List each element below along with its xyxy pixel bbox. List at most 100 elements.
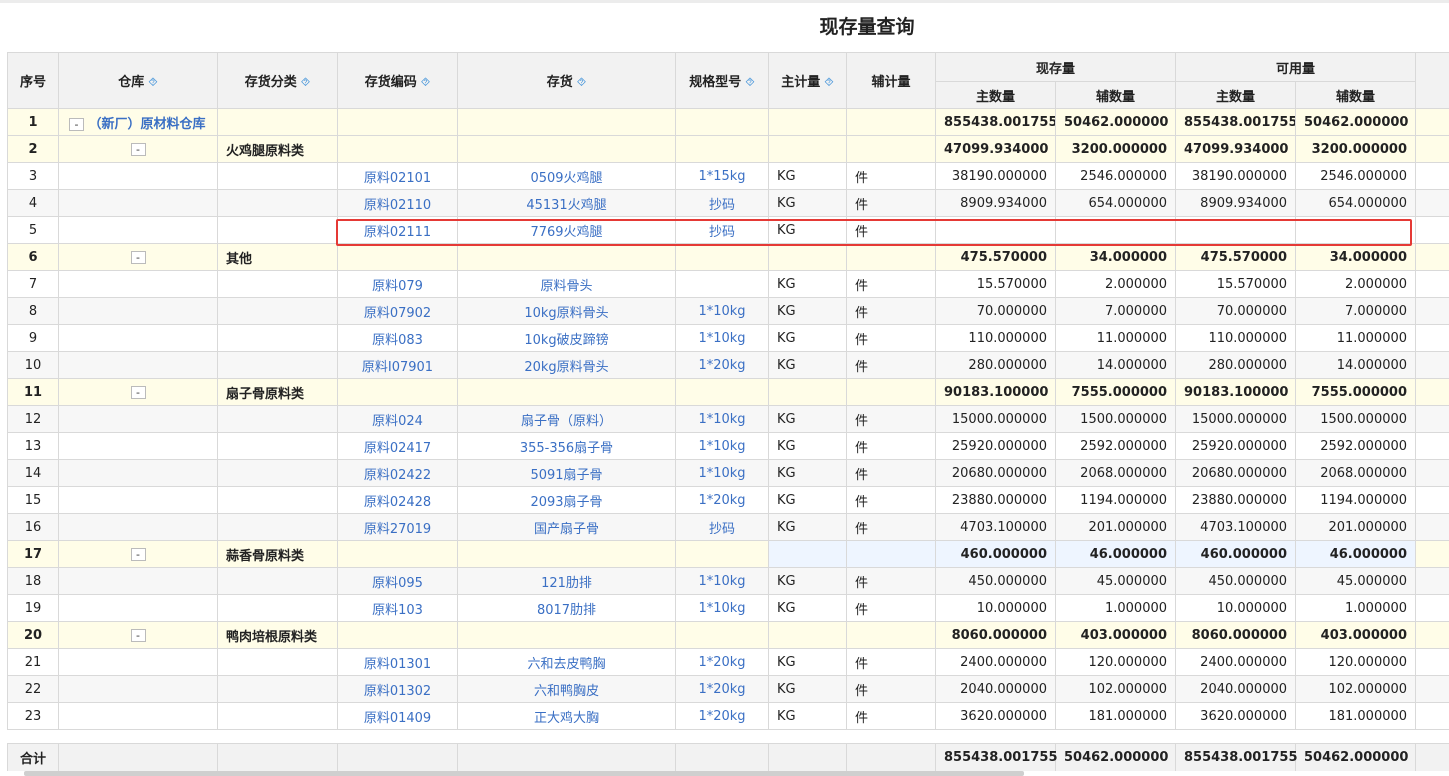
cell-code[interactable] [337, 621, 458, 649]
cell-item[interactable]: 121肋排 [457, 567, 676, 595]
warehouse-name[interactable]: （新厂）原材料仓库 [89, 117, 206, 132]
collapse-toggle[interactable]: - [69, 117, 84, 131]
cell-code[interactable]: 原料02110 [337, 189, 458, 217]
cell-item[interactable]: 10kg原料骨头 [457, 297, 676, 325]
header-seq[interactable]: 序号 [7, 52, 59, 109]
pin-icon[interactable]: ⯑ [301, 75, 310, 89]
table-row[interactable]: 3 原料02101 0509火鸡腿 1*15kg KG 件 38190.000000 2546… [7, 162, 1449, 190]
cell-item[interactable] [457, 378, 676, 406]
table-row[interactable]: 12 原料024 扇子骨（原料） 1*10kg KG 件 15000.000000 1500.… [7, 405, 1449, 433]
cell-code[interactable]: 原料02428 [337, 486, 458, 514]
header-av-main[interactable]: 主数量 [1175, 81, 1297, 109]
cell-seq: 15 [7, 486, 59, 514]
table-row[interactable]: 22 原料01302 六和鸭胸皮 1*20kg KG 件 2040.000000 102.00… [7, 675, 1449, 703]
header-spec[interactable]: 规格型号 ⯑ [675, 52, 769, 109]
collapse-toggle[interactable]: - [130, 547, 146, 561]
cell-code[interactable] [337, 108, 458, 136]
cell-item[interactable]: 10kg破皮蹄镑 [457, 324, 676, 352]
table-row[interactable]: 23 原料01409 正大鸡大胸 1*20kg KG 件 3620.000000 181.00… [7, 702, 1449, 730]
cell-code[interactable]: 原料I07901 [337, 351, 458, 379]
table-row[interactable]: 1- （新厂）原材料仓库 855438.001755 50462.000000 855… [7, 108, 1449, 136]
cell-item[interactable] [457, 540, 676, 568]
pin-icon[interactable]: ⯑ [148, 75, 157, 89]
cell-code[interactable] [337, 135, 458, 163]
cell-item[interactable]: 原料骨头 [457, 270, 676, 298]
cell-cur-aux: 14.000000 [1054, 351, 1177, 379]
table-row[interactable]: 17- 蒜香骨原料类 460.000000 46.000000 460.000000 46… [7, 540, 1449, 568]
cell-item[interactable]: 5091扇子骨 [457, 459, 676, 487]
cell-code[interactable] [337, 243, 458, 271]
table-row[interactable]: 2- 火鸡腿原料类 47099.934000 3200.000000 47099.934… [7, 135, 1449, 163]
cell-code[interactable]: 原料095 [337, 567, 458, 595]
horizontal-scrollbar[interactable] [24, 771, 1024, 776]
pin-icon[interactable]: ⯑ [421, 75, 430, 89]
cell-item[interactable] [457, 135, 676, 163]
cell-code[interactable]: 原料02422 [337, 459, 458, 487]
cell-code[interactable]: 原料01301 [337, 648, 458, 676]
cell-item[interactable]: 8017肋排 [457, 594, 676, 622]
cell-item[interactable]: 2093扇子骨 [457, 486, 676, 514]
header-aux-unit[interactable]: 辅计量 [846, 52, 936, 109]
cell-item[interactable]: 45131火鸡腿 [457, 189, 676, 217]
header-category[interactable]: 存货分类 ⯑ [217, 52, 338, 109]
table-row[interactable]: 20- 鸭肉培根原料类 8060.000000 403.000000 8060.0000… [7, 621, 1449, 649]
table-row[interactable]: 19 原料103 8017肋排 1*10kg KG 件 10.000000 1.000000 1… [7, 594, 1449, 622]
table-row[interactable]: 21 原料01301 六和去皮鸭胸 1*20kg KG 件 2400.000000 120.0… [7, 648, 1449, 676]
table-row[interactable]: 5 原料02111 7769火鸡腿 抄码 KG 件 [7, 216, 1449, 244]
table-row[interactable]: 14 原料02422 5091扇子骨 1*10kg KG 件 20680.000000 206… [7, 459, 1449, 487]
cell-item[interactable] [457, 621, 676, 649]
table-row[interactable]: 15 原料02428 2093扇子骨 1*20kg KG 件 23880.000000 119… [7, 486, 1449, 514]
collapse-toggle[interactable]: - [130, 250, 146, 264]
cell-item[interactable]: 六和鸭胸皮 [457, 675, 676, 703]
collapse-toggle[interactable]: - [130, 142, 146, 156]
cell-code[interactable]: 原料083 [337, 324, 458, 352]
cell-code[interactable]: 原料02111 [337, 216, 458, 244]
pin-icon[interactable]: ⯑ [824, 75, 833, 89]
cell-item[interactable]: 国产扇子骨 [457, 513, 676, 541]
cell-code[interactable] [337, 378, 458, 406]
table-row[interactable]: 18 原料095 121肋排 1*10kg KG 件 450.000000 45.000000… [7, 567, 1449, 595]
header-av-aux[interactable]: 辅数量 [1295, 81, 1417, 109]
table-row[interactable]: 8 原料07902 10kg原料骨头 1*10kg KG 件 70.000000 7.0000… [7, 297, 1449, 325]
table-row[interactable]: 7 原料079 原料骨头 KG 件 15.570000 2.000000 15.570000 2… [7, 270, 1449, 298]
table-row[interactable]: 11- 扇子骨原料类 90183.100000 7555.000000 90183.10… [7, 378, 1449, 406]
cell-item[interactable]: 扇子骨（原料） [457, 405, 676, 433]
pin-icon[interactable]: ⯑ [745, 75, 754, 89]
cell-code[interactable]: 原料01302 [337, 675, 458, 703]
cell-code[interactable]: 原料024 [337, 405, 458, 433]
cell-code[interactable] [337, 540, 458, 568]
table-row[interactable]: 13 原料02417 355-356扇子骨 1*10kg KG 件 25920.000000… [7, 432, 1449, 460]
header-main-unit[interactable]: 主计量 ⯑ [768, 52, 847, 109]
cell-warehouse [58, 162, 218, 190]
cell-item[interactable]: 7769火鸡腿 [457, 216, 676, 244]
header-code[interactable]: 存货编码 ⯑ [337, 52, 458, 109]
table-row[interactable]: 16 原料27019 国产扇子骨 抄码 KG 件 4703.100000 201.000000… [7, 513, 1449, 541]
cell-cur-aux: 7555.000000 [1054, 378, 1177, 406]
cell-item[interactable] [457, 243, 676, 271]
cell-code[interactable]: 原料02101 [337, 162, 458, 190]
cell-item[interactable]: 0509火鸡腿 [457, 162, 676, 190]
table-row[interactable]: 4 原料02110 45131火鸡腿 抄码 KG 件 8909.934000 654.0000… [7, 189, 1449, 217]
cell-code[interactable]: 原料02417 [337, 432, 458, 460]
cell-item[interactable] [457, 108, 676, 136]
collapse-toggle[interactable]: - [130, 628, 146, 642]
collapse-toggle[interactable]: - [130, 385, 146, 399]
table-row[interactable]: 6- 其他 475.570000 34.000000 475.570000 34.0000… [7, 243, 1449, 271]
header-cur-main[interactable]: 主数量 [935, 81, 1056, 109]
cell-code[interactable]: 原料103 [337, 594, 458, 622]
cell-item[interactable]: 正大鸡大胸 [457, 702, 676, 730]
cell-item[interactable]: 六和去皮鸭胸 [457, 648, 676, 676]
table-row[interactable]: 9 原料083 10kg破皮蹄镑 1*10kg KG 件 110.000000 11.0000… [7, 324, 1449, 352]
cell-code[interactable]: 原料27019 [337, 513, 458, 541]
pin-icon[interactable]: ⯑ [577, 75, 586, 89]
cell-item[interactable]: 355-356扇子骨 [457, 432, 676, 460]
cell-code[interactable]: 原料01409 [337, 702, 458, 730]
cell-item[interactable]: 20kg原料骨头 [457, 351, 676, 379]
cell-category: 鸭肉培根原料类 [217, 621, 338, 649]
cell-code[interactable]: 原料079 [337, 270, 458, 298]
header-cur-aux[interactable]: 辅数量 [1054, 81, 1177, 109]
header-item[interactable]: 存货 ⯑ [457, 52, 676, 109]
table-row[interactable]: 10 原料I07901 20kg原料骨头 1*20kg KG 件 280.000000 14.… [7, 351, 1449, 379]
header-warehouse[interactable]: 仓库 ⯑ [58, 52, 218, 109]
cell-code[interactable]: 原料07902 [337, 297, 458, 325]
